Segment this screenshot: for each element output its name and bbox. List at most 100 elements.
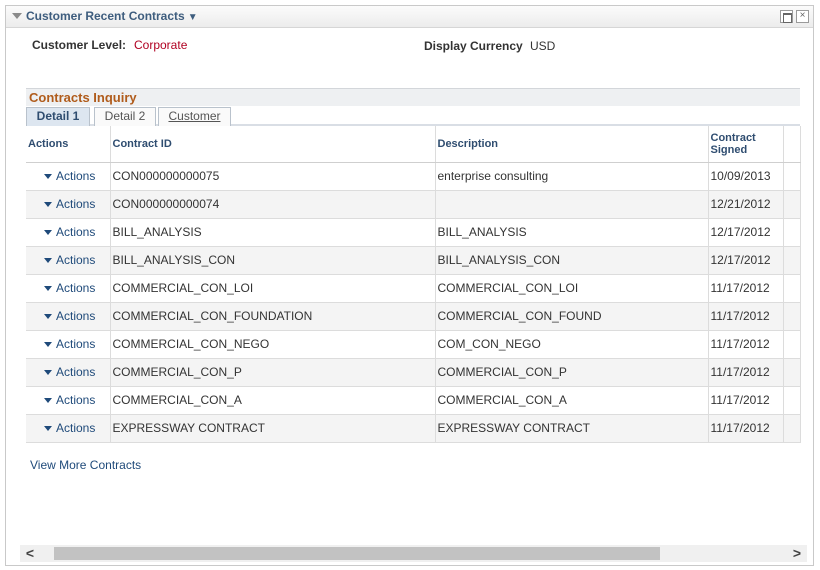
horizontal-scrollbar[interactable]: < > — [20, 545, 807, 562]
collapse-triangle-icon[interactable] — [12, 13, 22, 19]
chevron-down-icon — [44, 202, 52, 208]
cell-filler — [783, 190, 801, 219]
row-actions-label: Actions — [56, 197, 96, 211]
cell-filler — [783, 162, 801, 191]
tab-bar: Detail 1 Detail 2 Customer — [26, 106, 800, 126]
table-row: Actions BILL_ANALYSIS_CON BILL_ANALYSIS_CO… — [26, 246, 801, 275]
view-more-contracts-link[interactable]: View More Contracts — [30, 458, 141, 472]
cell-filler — [783, 218, 801, 247]
table-row: Actions COMMERCIAL_CON_FOUNDATION COMMERCI… — [26, 302, 801, 331]
tab-detail-2[interactable]: Detail 2 — [94, 107, 156, 126]
cell-description: COM_CON_NEGO — [435, 330, 709, 359]
cell-description: BILL_ANALYSIS_CON — [435, 246, 709, 275]
table-row: Actions CON000000000074 12/21/2012 — [26, 190, 801, 219]
cell-description: enterprise consulting — [435, 162, 709, 191]
pagelet-title[interactable]: Customer Recent Contracts ▼ — [26, 9, 198, 23]
row-actions-label: Actions — [56, 393, 96, 407]
row-actions-label: Actions — [56, 421, 96, 435]
table-row: Actions COMMERCIAL_CON_NEGO COM_CON_NEGO 11… — [26, 330, 801, 359]
pagelet-header: Customer Recent Contracts ▼ × — [6, 6, 813, 28]
row-actions-menu[interactable]: Actions — [26, 358, 111, 387]
contracts-inquiry-group: Contracts Inquiry Detail 1 Detail 2 Cust… — [26, 88, 801, 443]
cell-description: EXPRESSWAY CONTRACT — [435, 414, 709, 443]
dropdown-triangle-icon[interactable]: ▼ — [188, 12, 198, 23]
row-actions-label: Actions — [56, 169, 96, 183]
scroll-right-icon[interactable]: > — [787, 545, 807, 562]
chevron-down-icon — [44, 426, 52, 432]
row-actions-label: Actions — [56, 253, 96, 267]
column-header-contract-id[interactable]: Contract ID — [110, 126, 436, 163]
chevron-down-icon — [44, 230, 52, 236]
group-title: Contracts Inquiry — [26, 88, 800, 106]
cell-description: COMMERCIAL_CON_A — [435, 386, 709, 415]
cell-filler — [783, 358, 801, 387]
row-actions-menu[interactable]: Actions — [26, 414, 111, 443]
customer-level-value: Corporate — [134, 38, 188, 52]
table-row: Actions COMMERCIAL_CON_P COMMERCIAL_CON_P 1… — [26, 358, 801, 387]
row-actions-menu[interactable]: Actions — [26, 190, 111, 219]
column-header-description[interactable]: Description — [435, 126, 709, 163]
table-row: Actions CON000000000075 enterprise consult… — [26, 162, 801, 191]
cell-contract-signed: 12/17/2012 — [708, 218, 784, 247]
table-row: Actions COMMERCIAL_CON_A COMMERCIAL_CON_A 1… — [26, 386, 801, 415]
grid-header-row: Actions Contract ID Description Contract… — [26, 126, 801, 163]
cell-contract-id: BILL_ANALYSIS_CON — [110, 246, 436, 275]
chevron-down-icon — [44, 370, 52, 376]
pagelet-customer-recent-contracts: Customer Recent Contracts ▼ × Customer Le… — [5, 5, 814, 566]
cell-filler — [783, 386, 801, 415]
display-currency-label: Display Currency — [424, 39, 523, 53]
row-actions-menu[interactable]: Actions — [26, 162, 111, 191]
row-actions-menu[interactable]: Actions — [26, 302, 111, 331]
row-actions-label: Actions — [56, 337, 96, 351]
cell-description: COMMERCIAL_CON_FOUND — [435, 302, 709, 331]
cell-contract-signed: 11/17/2012 — [708, 302, 784, 331]
row-actions-menu[interactable]: Actions — [26, 246, 111, 275]
cell-contract-signed: 11/17/2012 — [708, 414, 784, 443]
cell-contract-signed: 12/17/2012 — [708, 246, 784, 275]
cell-contract-id: EXPRESSWAY CONTRACT — [110, 414, 436, 443]
cell-contract-id: COMMERCIAL_CON_LOI — [110, 274, 436, 303]
row-actions-menu[interactable]: Actions — [26, 386, 111, 415]
cell-contract-signed: 11/17/2012 — [708, 274, 784, 303]
row-actions-menu[interactable]: Actions — [26, 218, 111, 247]
cell-filler — [783, 330, 801, 359]
cell-contract-signed: 10/09/2013 — [708, 162, 784, 191]
scroll-left-icon[interactable]: < — [20, 545, 40, 562]
cell-contract-id: CON000000000074 — [110, 190, 436, 219]
row-actions-label: Actions — [56, 365, 96, 379]
row-actions-menu[interactable]: Actions — [26, 330, 111, 359]
close-icon[interactable]: × — [796, 10, 809, 23]
row-actions-label: Actions — [56, 281, 96, 295]
cell-filler — [783, 274, 801, 303]
cell-contract-id: COMMERCIAL_CON_P — [110, 358, 436, 387]
cell-contract-id: CON000000000075 — [110, 162, 436, 191]
row-actions-label: Actions — [56, 309, 96, 323]
table-row: Actions EXPRESSWAY CONTRACT EXPRESSWAY CON… — [26, 414, 801, 443]
chevron-down-icon — [44, 286, 52, 292]
maximize-icon[interactable] — [780, 10, 793, 23]
column-header-filler — [783, 126, 801, 163]
cell-contract-id: COMMERCIAL_CON_A — [110, 386, 436, 415]
cell-description — [435, 190, 709, 219]
row-actions-label: Actions — [56, 225, 96, 239]
cell-filler — [783, 302, 801, 331]
row-actions-menu[interactable]: Actions — [26, 274, 111, 303]
cell-contract-id: COMMERCIAL_CON_NEGO — [110, 330, 436, 359]
display-currency-value: USD — [530, 39, 556, 53]
cell-contract-signed: 12/21/2012 — [708, 190, 784, 219]
table-row: Actions COMMERCIAL_CON_LOI COMMERCIAL_CON_… — [26, 274, 801, 303]
chevron-down-icon — [44, 398, 52, 404]
cell-filler — [783, 246, 801, 275]
cell-description: COMMERCIAL_CON_LOI — [435, 274, 709, 303]
scrollbar-thumb[interactable] — [54, 547, 660, 560]
cell-contract-id: BILL_ANALYSIS — [110, 218, 436, 247]
chevron-down-icon — [44, 342, 52, 348]
chevron-down-icon — [44, 314, 52, 320]
tab-detail-1[interactable]: Detail 1 — [26, 107, 90, 126]
customer-level-label: Customer Level: — [32, 38, 127, 52]
contracts-grid: Actions Contract ID Description Contract… — [26, 126, 801, 443]
tab-customer[interactable]: Customer — [158, 107, 231, 126]
table-row: Actions BILL_ANALYSIS BILL_ANALYSIS 12/17/2… — [26, 218, 801, 247]
cell-contract-id: COMMERCIAL_CON_FOUNDATION — [110, 302, 436, 331]
column-header-contract-signed[interactable]: Contract Signed — [708, 126, 784, 163]
